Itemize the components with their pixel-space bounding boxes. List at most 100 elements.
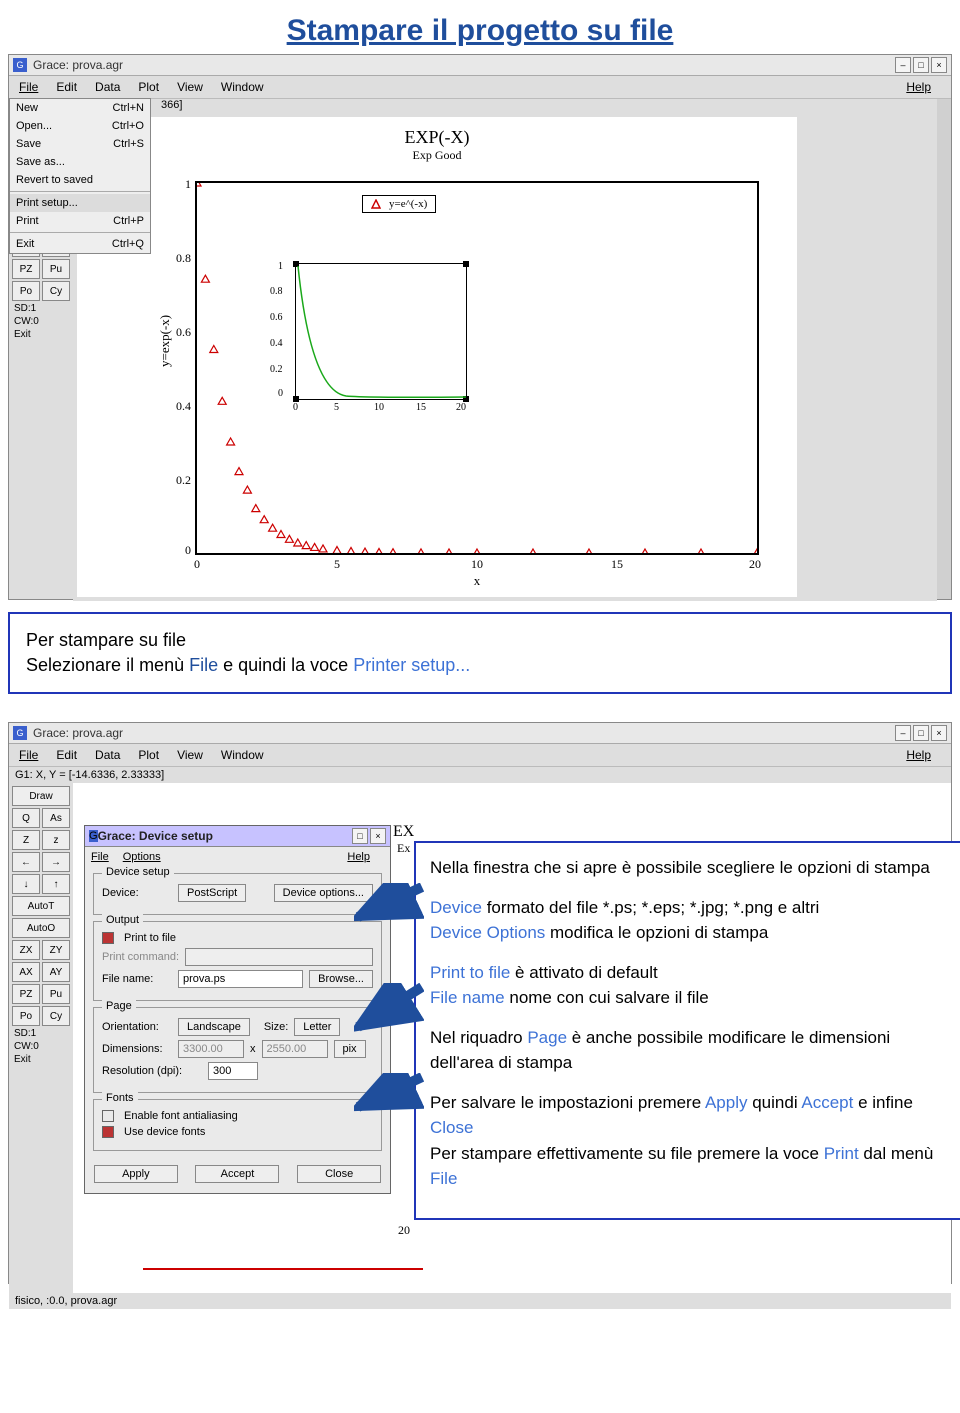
file-menu-open-[interactable]: Open...Ctrl+O xyxy=(10,117,150,135)
info2-fname: File name xyxy=(430,988,505,1007)
arrow-up-icon[interactable]: ↑ xyxy=(42,874,70,894)
tool-pu[interactable]: Pu xyxy=(42,259,70,279)
tool-pz-2[interactable]: PZ xyxy=(12,984,40,1004)
info2-p8a: Per stampare effettivamente su file prem… xyxy=(430,1144,824,1163)
fonts-legend: Fonts xyxy=(102,1092,138,1104)
tool-pu-2[interactable]: Pu xyxy=(42,984,70,1004)
tool-zz[interactable]: Z xyxy=(12,830,40,850)
menu-window-2[interactable]: Window xyxy=(217,746,268,764)
instruction-callout-2: Nella finestra che si apre è possibile s… xyxy=(414,841,960,1220)
plot-frame: 1 0.8 0.6 0.4 0.2 0 0 5 10 15 20 x xyxy=(195,181,759,555)
dpi-input[interactable]: 300 xyxy=(208,1062,258,1080)
tool-zx-2[interactable]: ZX xyxy=(12,940,40,960)
close-button-2[interactable]: × xyxy=(931,725,947,741)
inset-xt-0: 0 xyxy=(293,402,298,413)
accept-button[interactable]: Accept xyxy=(195,1165,279,1183)
inset-xt-15: 15 xyxy=(416,402,426,413)
dpi-label: Resolution (dpi): xyxy=(102,1065,202,1077)
menu-view[interactable]: View xyxy=(173,78,207,96)
arrow-left-icon[interactable]: ← xyxy=(12,852,40,872)
window-title-2: Grace: prova.agr xyxy=(33,726,893,740)
dialog-button-row: Apply Accept Close xyxy=(85,1157,390,1193)
file-menu-exit[interactable]: ExitCtrl+Q xyxy=(10,235,150,253)
file-menu-save[interactable]: SaveCtrl+S xyxy=(10,135,150,153)
close-button[interactable]: × xyxy=(931,57,947,73)
exit-label-2[interactable]: Exit xyxy=(12,1054,70,1065)
dialog-close-button[interactable]: × xyxy=(370,828,386,844)
tool-pz[interactable]: PZ xyxy=(12,259,40,279)
tool-as[interactable]: As xyxy=(42,808,70,828)
dim-height-input[interactable]: 2550.00 xyxy=(262,1040,328,1058)
orientation-select[interactable]: Landscape xyxy=(178,1018,250,1036)
dim-unit-select[interactable]: pix xyxy=(334,1040,366,1058)
info2-device: Device xyxy=(430,898,482,917)
file-menu-save-as-[interactable]: Save as... xyxy=(10,153,150,171)
menu-view-2[interactable]: View xyxy=(173,746,207,764)
dialog-max-button[interactable]: □ xyxy=(352,828,368,844)
info2-p8c: dal menù xyxy=(859,1144,934,1163)
device-setup-dialog: G Grace: Device setup □ × File Options H… xyxy=(84,825,391,1194)
print-to-file-checkbox[interactable] xyxy=(102,932,114,944)
size-select[interactable]: Letter xyxy=(294,1018,340,1036)
tool-zy-2[interactable]: ZY xyxy=(42,940,70,960)
menu-data-2[interactable]: Data xyxy=(91,746,124,764)
vertical-scrollbar[interactable] xyxy=(937,99,951,599)
dlg-menu-options[interactable]: Options xyxy=(123,851,161,863)
output-legend: Output xyxy=(102,914,143,926)
info2-p5b: nome con cui salvare il file xyxy=(505,988,709,1007)
arrow-down-icon[interactable]: ↓ xyxy=(12,874,40,894)
minimize-button[interactable]: – xyxy=(895,57,911,73)
exit-label[interactable]: Exit xyxy=(12,329,70,340)
filename-input[interactable]: prova.ps xyxy=(178,970,303,988)
tool-draw[interactable]: Draw xyxy=(12,786,70,806)
file-menu-new[interactable]: NewCtrl+N xyxy=(10,99,150,117)
menubar-2: File Edit Data Plot View Window Help xyxy=(9,744,951,767)
callout1-l2c: e quindi la voce xyxy=(218,655,353,675)
xtick-10: 10 xyxy=(471,557,483,572)
info2-page: Page xyxy=(527,1028,567,1047)
dim-width-input[interactable]: 3300.00 xyxy=(178,1040,244,1058)
dlg-menu-help[interactable]: Help xyxy=(347,851,370,863)
apply-button[interactable]: Apply xyxy=(94,1165,178,1183)
menu-window[interactable]: Window xyxy=(217,78,268,96)
menu-plot[interactable]: Plot xyxy=(134,78,163,96)
tool-po-2[interactable]: Po xyxy=(12,1006,40,1026)
menu-edit-2[interactable]: Edit xyxy=(52,746,81,764)
close-button-dlg[interactable]: Close xyxy=(297,1165,381,1183)
device-fonts-checkbox[interactable] xyxy=(102,1126,114,1138)
xtick-15: 15 xyxy=(611,557,623,572)
tool-cy-2[interactable]: Cy xyxy=(42,1006,70,1026)
tool-autot[interactable]: AutoT xyxy=(12,896,70,916)
menu-help-2[interactable]: Help xyxy=(902,746,935,764)
maximize-button-2[interactable]: □ xyxy=(913,725,929,741)
tool-z2[interactable]: z xyxy=(42,830,70,850)
titlebar-2: G Grace: prova.agr – □ × xyxy=(9,723,951,744)
file-menu-print-setup-[interactable]: Print setup... xyxy=(10,194,150,212)
device-select[interactable]: PostScript xyxy=(178,884,246,902)
inset-yt-02: 0.2 xyxy=(270,364,283,375)
tool-autoo-2[interactable]: AutoO xyxy=(12,918,70,938)
file-menu-print[interactable]: PrintCtrl+P xyxy=(10,212,150,230)
tool-ax-2[interactable]: AX xyxy=(12,962,40,982)
menu-file-2[interactable]: File xyxy=(15,746,42,764)
tool-q[interactable]: Q xyxy=(12,808,40,828)
dlg-menu-file[interactable]: File xyxy=(91,851,109,863)
menu-data[interactable]: Data xyxy=(91,78,124,96)
tool-po[interactable]: Po xyxy=(12,281,40,301)
maximize-button[interactable]: □ xyxy=(913,57,929,73)
instruction-callout-1: Per stampare su file Selezionare il menù… xyxy=(8,612,952,694)
menu-help[interactable]: Help xyxy=(902,78,935,96)
minimize-button-2[interactable]: – xyxy=(895,725,911,741)
antialias-checkbox[interactable] xyxy=(102,1110,114,1122)
menu-file[interactable]: File xyxy=(15,78,42,96)
file-menu-revert-to-saved[interactable]: Revert to saved xyxy=(10,171,150,189)
info2-p7a: Per salvare le impostazioni premere xyxy=(430,1093,705,1112)
arrow-to-page-icon xyxy=(354,1073,424,1113)
menu-edit[interactable]: Edit xyxy=(52,78,81,96)
ytick-06: 0.6 xyxy=(176,325,191,340)
arrow-right-icon[interactable]: → xyxy=(42,852,70,872)
tool-ay-2[interactable]: AY xyxy=(42,962,70,982)
xtick-20: 20 xyxy=(749,557,761,572)
menu-plot-2[interactable]: Plot xyxy=(134,746,163,764)
tool-cy[interactable]: Cy xyxy=(42,281,70,301)
